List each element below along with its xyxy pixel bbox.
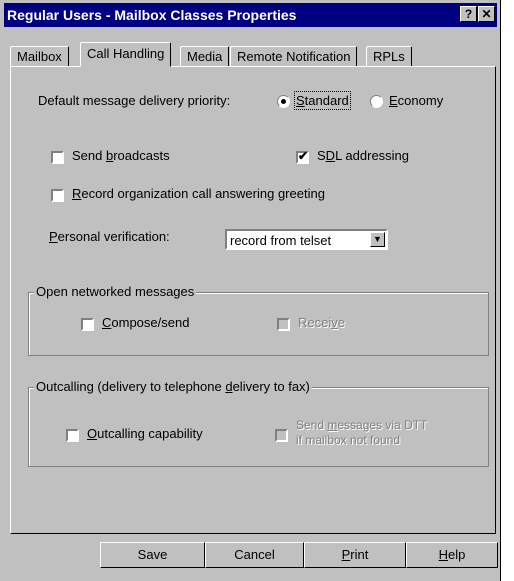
checkmark-icon: ✔	[298, 149, 309, 163]
compose-send-label[interactable]: Compose/send	[102, 315, 189, 330]
tab-mailbox[interactable]: Mailbox	[10, 46, 69, 66]
personal-verification-value: record from telset	[230, 233, 332, 248]
dtt-label-line2: if mailbox not found	[296, 433, 401, 447]
economy-label[interactable]: Economy	[389, 93, 443, 108]
send-broadcasts-label[interactable]: Send broadcasts	[72, 148, 170, 163]
outcalling-capability-checkbox[interactable]	[66, 429, 79, 442]
dtt-label: Send messages via DTT if mailbox not foun…	[296, 418, 428, 447]
personal-verification-select[interactable]: record from telset ▼	[225, 229, 388, 250]
priority-label: Default message delivery priority:	[38, 93, 231, 108]
print-button[interactable]: Print	[304, 542, 406, 568]
outcalling-capability-label[interactable]: Outcalling capability	[87, 426, 203, 441]
economy-radio[interactable]	[370, 95, 383, 108]
help-title-button[interactable]: ?	[460, 6, 477, 22]
tab-media[interactable]: Media	[180, 46, 230, 66]
sdl-addressing-checkbox[interactable]: ✔	[296, 149, 309, 164]
open-networked-title: Open networked messages	[34, 284, 197, 299]
help-button[interactable]: Help	[406, 542, 498, 568]
record-greeting-label[interactable]: Record organization call answering greet…	[72, 186, 325, 201]
record-greeting-checkbox[interactable]	[51, 189, 64, 202]
tab-remote-notification[interactable]: Remote Notification	[230, 46, 358, 66]
window-title: Regular Users - Mailbox Classes Properti…	[7, 7, 297, 23]
outcalling-group: Outcalling (delivery to telephone delive…	[28, 379, 489, 467]
receive-label: Receive	[298, 315, 345, 330]
title-bar: Regular Users - Mailbox Classes Properti…	[4, 3, 497, 27]
properties-dialog: Regular Users - Mailbox Classes Properti…	[0, 0, 501, 581]
outcalling-title: Outcalling (delivery to telephone delive…	[34, 379, 312, 394]
tab-call-handling[interactable]: Call Handling	[80, 42, 172, 67]
call-handling-panel: Default message delivery priority: Stand…	[10, 66, 496, 534]
open-networked-group: Open networked messages Compose/send Rec…	[28, 284, 489, 356]
dtt-checkbox	[275, 429, 288, 442]
receive-checkbox	[277, 318, 290, 331]
sdl-addressing-label[interactable]: SDL addressing	[317, 148, 409, 163]
compose-send-checkbox[interactable]	[81, 318, 94, 331]
save-button[interactable]: Save	[100, 542, 205, 568]
personal-verification-label: Personal verification:	[49, 229, 170, 244]
chevron-down-icon[interactable]: ▼	[370, 232, 385, 247]
close-button[interactable]: ✕	[478, 6, 495, 22]
standard-radio[interactable]	[277, 95, 290, 108]
cancel-button[interactable]: Cancel	[205, 542, 304, 568]
tab-rpls[interactable]: RPLs	[366, 46, 412, 66]
send-broadcasts-checkbox[interactable]	[51, 151, 64, 164]
standard-label[interactable]: Standard	[294, 91, 351, 110]
